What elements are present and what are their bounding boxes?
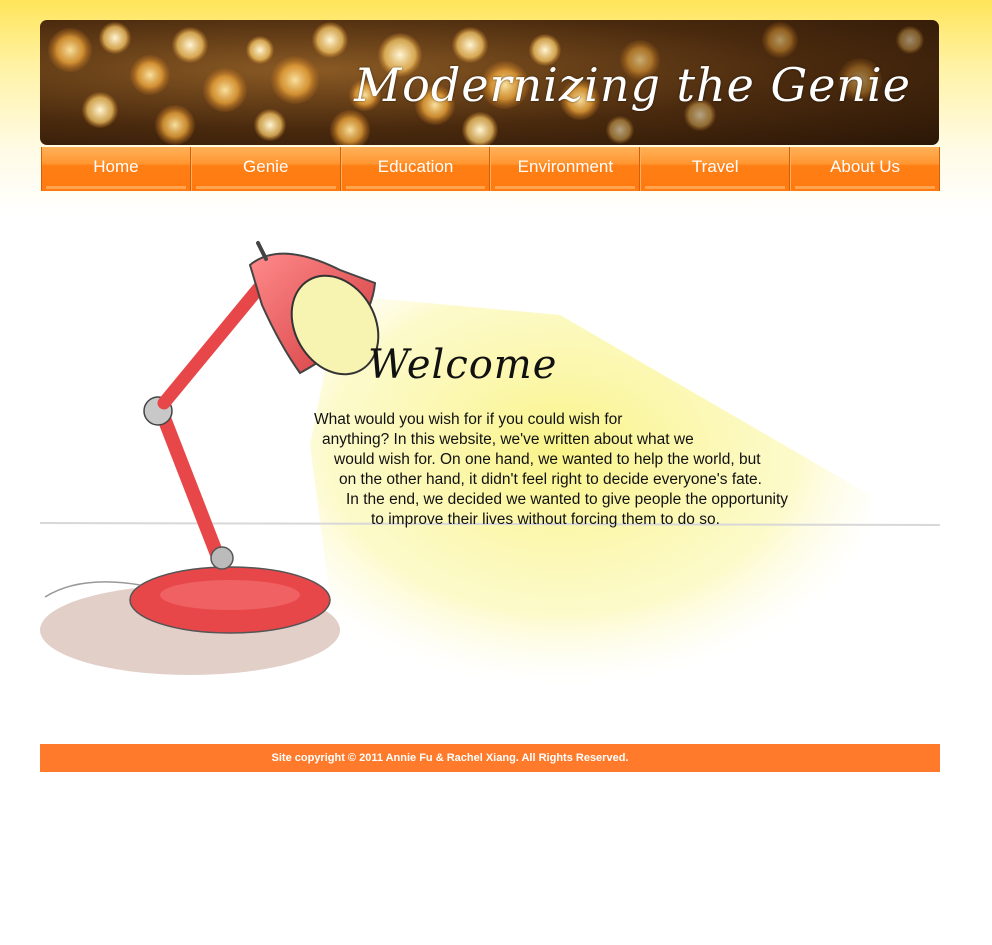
header-banner: Modernizing the Genie [40, 20, 939, 145]
welcome-paragraph-line: In the end, we decided we wanted to give… [346, 491, 789, 508]
welcome-paragraph-line: What would you wish for if you could wis… [314, 411, 623, 428]
welcome-paragraph-line: would wish for. On one hand, we wanted t… [334, 451, 761, 468]
nav-item-travel[interactable]: Travel [640, 147, 791, 191]
site-title: Modernizing the Genie [354, 58, 911, 112]
welcome-paragraph-line: on the other hand, it didn't feel right … [339, 471, 762, 488]
nav-item-label: Genie [243, 157, 289, 176]
nav-item-label: Education [377, 157, 454, 176]
nav-item-about-us[interactable]: About Us [790, 147, 940, 191]
nav-item-label: Home [93, 157, 139, 176]
nav-item-label: Travel [691, 157, 739, 176]
nav-item-environment[interactable]: Environment [490, 147, 641, 191]
welcome-paragraph-line: anything? In this website, we've written… [322, 431, 694, 448]
nav-item-education[interactable]: Education [340, 147, 491, 191]
nav-item-genie[interactable]: Genie [190, 147, 341, 191]
footer-bar: Site copyright © 2011 Annie Fu & Rachel … [40, 744, 940, 772]
copyright-text: Site copyright © 2011 Annie Fu & Rachel … [271, 752, 629, 764]
nav-item-home[interactable]: Home [41, 147, 191, 191]
welcome-heading: Welcome [368, 342, 558, 388]
main-nav: Home Genie Education Environment Travel … [41, 147, 940, 191]
welcome-paragraph-line: to improve their lives without forcing t… [371, 511, 720, 528]
nav-item-label: Environment [517, 157, 614, 176]
nav-item-label: About Us [830, 157, 901, 176]
